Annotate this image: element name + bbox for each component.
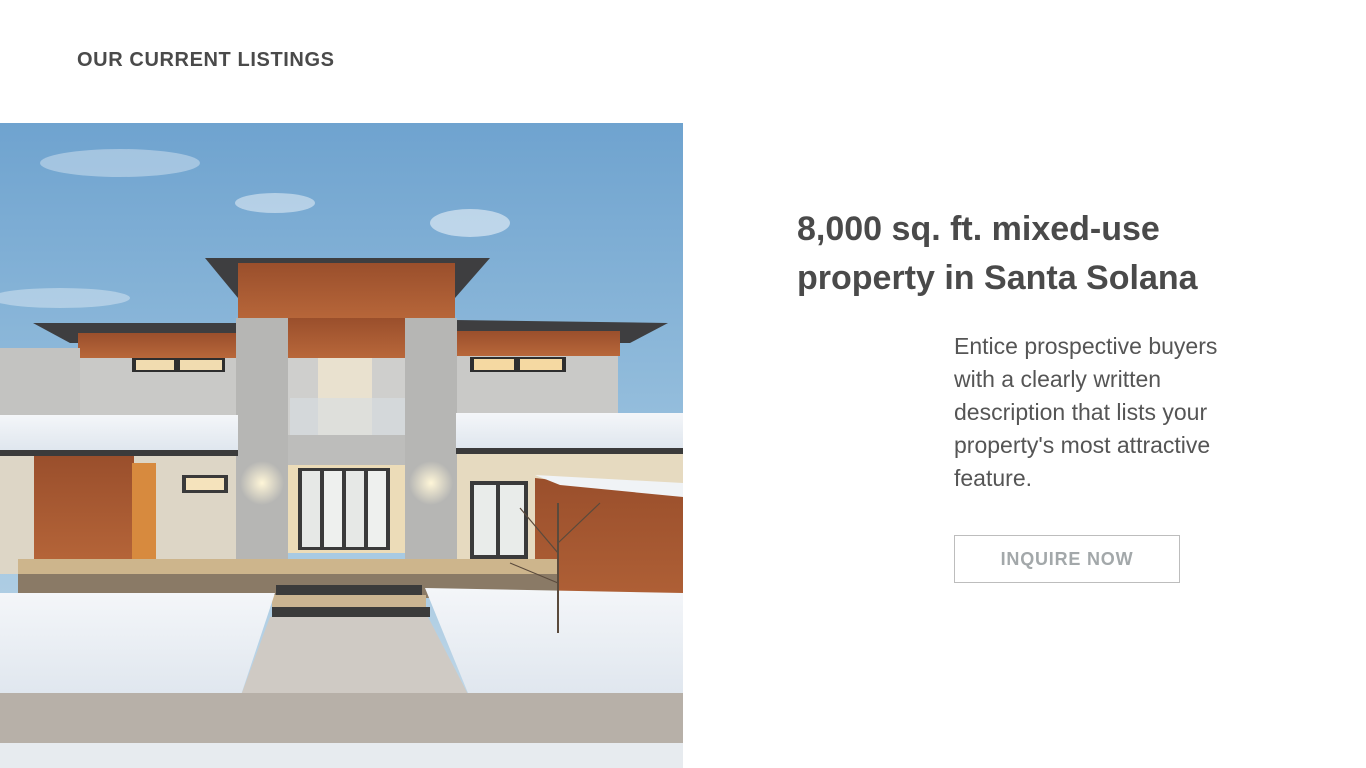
listing-title: 8,000 sq. ft. mixed-use property in Sant…	[797, 210, 1198, 297]
listing-photo	[0, 123, 683, 768]
listing-description: Entice prospective buyers with a clearly…	[954, 333, 1218, 491]
section-heading: OUR CURRENT LISTINGS	[77, 49, 335, 71]
inquire-now-button[interactable]: INQUIRE NOW	[954, 535, 1180, 583]
